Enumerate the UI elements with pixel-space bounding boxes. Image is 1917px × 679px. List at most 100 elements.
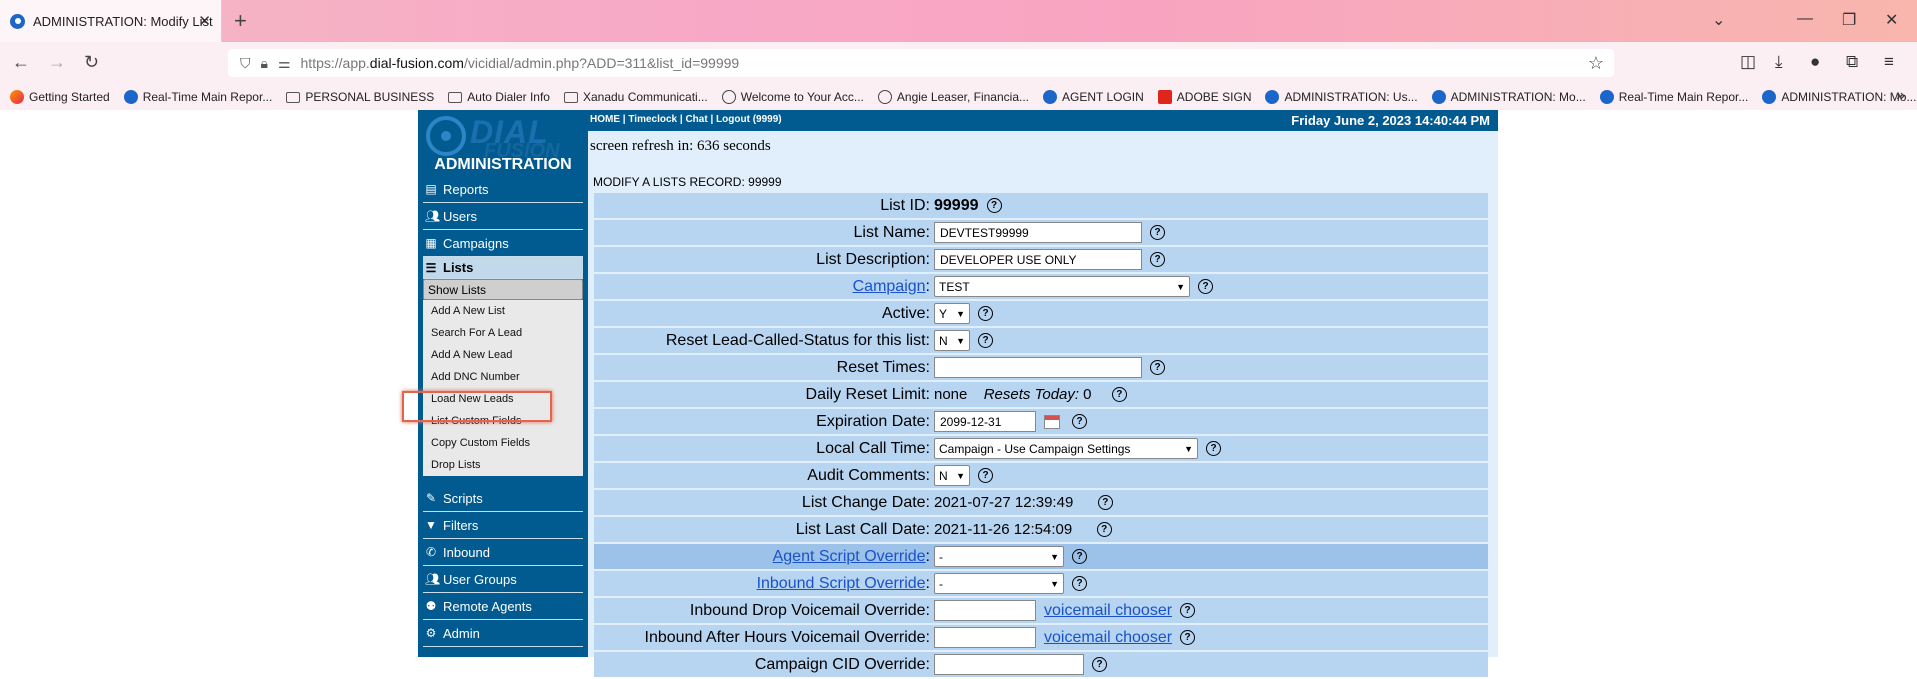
bookmark-item[interactable]: ADMINISTRATION: Mo... [1762, 90, 1916, 104]
help-icon[interactable]: ? [1150, 360, 1165, 375]
globe-icon [721, 90, 736, 104]
help-icon[interactable]: ? [978, 333, 993, 348]
sidebar-item-lists[interactable]: ☰ Lists [423, 257, 583, 279]
sidebar-item-scripts[interactable]: ✎ Scripts [423, 485, 583, 512]
lists-submenu-copy-custom-fields[interactable]: Copy Custom Fields [423, 432, 583, 454]
close-tab-icon[interactable]: ✕ [198, 12, 211, 30]
lists-submenu-add-dnc-number[interactable]: Add DNC Number [423, 366, 583, 388]
bookmark-item[interactable]: Real-Time Main Repor... [1599, 90, 1748, 104]
lists-submenu-show-lists[interactable]: Show Lists [423, 279, 583, 300]
bookmark-item[interactable]: Auto Dialer Info [448, 90, 550, 104]
help-icon[interactable]: ? [1111, 387, 1127, 402]
address-bar[interactable]: ⛉ 🔒︎ ⚌ https://app.dial-fusion.com/vicid… [228, 49, 1614, 77]
voicemail-chooser-link[interactable]: voicemail chooser [1044, 629, 1172, 647]
campaign-cid-override-input[interactable] [934, 654, 1084, 675]
help-icon[interactable]: ? [986, 198, 1002, 213]
downloads-icon[interactable]: ⤓ [1775, 52, 1783, 72]
active-tab[interactable]: ADMINISTRATION: Modify List ✕ [0, 0, 222, 42]
lists-submenu-search-for-a-lead[interactable]: Search For A Lead [423, 322, 583, 344]
help-icon[interactable]: ? [978, 468, 993, 483]
help-icon[interactable]: ? [1072, 549, 1087, 564]
campaign-select[interactable]: TEST ▼ [934, 276, 1190, 297]
bookmark-item[interactable]: Real-Time Main Repor... [123, 90, 272, 104]
calendar-icon[interactable] [1044, 414, 1060, 429]
inbound-script-override-select[interactable]: - ▼ [934, 573, 1064, 594]
bookmark-item[interactable]: ADOBE SIGN [1157, 90, 1251, 104]
inbound-after-hours-voicemail-input[interactable] [934, 627, 1036, 648]
expiration-date-input[interactable] [934, 411, 1036, 432]
help-icon[interactable]: ? [1206, 441, 1221, 456]
restore-icon[interactable]: ❐ [1842, 10, 1856, 30]
bookmark-star-icon[interactable]: ☆ [1588, 53, 1604, 74]
audit-comments-select[interactable]: N ▼ [934, 465, 970, 486]
lists-submenu-drop-lists[interactable]: Drop Lists [423, 454, 583, 476]
sidebar-item-remote-agents[interactable]: ⚉ Remote Agents [423, 593, 583, 620]
sidebar-item-reports[interactable]: ▤ Reports [423, 176, 583, 203]
help-icon[interactable]: ? [1092, 657, 1107, 672]
extensions-icon[interactable]: ⧉ [1846, 52, 1858, 72]
logout-link[interactable]: Logout (9999) [716, 114, 782, 125]
campaign-link[interactable]: Campaign [853, 278, 926, 295]
chat-link[interactable]: Chat [685, 114, 707, 125]
bookmark-item[interactable]: Welcome to Your Acc... [721, 90, 864, 104]
sidebar-item-campaigns[interactable]: ▦ Campaigns [423, 230, 583, 257]
active-select[interactable]: Y ▼ [934, 303, 970, 324]
lists-submenu-load-new-leads[interactable]: Load New Leads [423, 388, 583, 410]
lock-icon[interactable]: 🔒︎ [261, 55, 268, 72]
list-id-value: 99999 [934, 196, 979, 214]
lists-submenu-add-a-new-lead[interactable]: Add A New Lead [423, 344, 583, 366]
bookmark-item[interactable]: Xanadu Communicati... [563, 90, 708, 104]
help-icon[interactable]: ? [1150, 252, 1165, 267]
lists-submenu-list-custom-fields[interactable]: List Custom Fields [423, 410, 583, 432]
sidebar-item-user-groups[interactable]: 👥︎ User Groups [423, 566, 583, 593]
help-icon[interactable]: ? [1096, 522, 1112, 537]
agent-script-override-select[interactable]: - ▼ [934, 546, 1064, 567]
help-icon[interactable]: ? [1097, 495, 1113, 510]
permissions-icon[interactable]: ⚌ [278, 55, 291, 72]
bookmark-item[interactable]: Getting Started [10, 90, 110, 104]
list-name-input[interactable] [934, 222, 1142, 243]
home-link[interactable]: HOME [590, 114, 620, 125]
inbound-drop-voicemail-input[interactable] [934, 600, 1036, 621]
reload-icon[interactable]: ↻ [84, 52, 99, 73]
dot-icon [1431, 90, 1446, 104]
shield-icon[interactable]: ⛉ [240, 55, 251, 72]
sidebar-item-admin[interactable]: ⚙ Admin [423, 620, 583, 647]
list-description-input[interactable] [934, 249, 1142, 270]
more-bookmarks-icon[interactable]: » [1896, 87, 1905, 105]
reset-status-select[interactable]: N ▼ [934, 330, 970, 351]
help-icon[interactable]: ? [1198, 279, 1213, 294]
sidebar-item-inbound[interactable]: ✆ Inbound [423, 539, 583, 566]
navigation-bar: ← → ↻ ⛉ 🔒︎ ⚌ https://app.dial-fusion.com… [0, 42, 1917, 84]
minimize-icon[interactable]: — [1797, 10, 1813, 28]
forward-icon[interactable]: → [48, 52, 66, 73]
bookmark-item[interactable]: ADMINISTRATION: Us... [1265, 90, 1418, 104]
help-icon[interactable]: ? [1072, 414, 1087, 429]
help-icon[interactable]: ? [1180, 630, 1196, 645]
window-close-icon[interactable]: ✕ [1885, 10, 1898, 30]
bookmark-item[interactable]: ADMINISTRATION: Mo... [1431, 90, 1586, 104]
lists-submenu-add-a-new-list[interactable]: Add A New List [423, 300, 583, 322]
bookmark-item[interactable]: PERSONAL BUSINESS [286, 90, 434, 104]
local-call-time-select[interactable]: Campaign - Use Campaign Settings ▼ [934, 438, 1198, 459]
account-icon[interactable]: ● [1810, 52, 1820, 72]
url-text[interactable]: https://app.dial-fusion.com/vicidial/adm… [301, 55, 740, 71]
help-icon[interactable]: ? [978, 306, 993, 321]
bookmark-item[interactable]: Angie Leaser, Financia... [877, 90, 1029, 104]
menu-icon[interactable]: ≡ [1884, 52, 1894, 72]
help-icon[interactable]: ? [1180, 603, 1196, 618]
sidebar-item-filters[interactable]: ▼ Filters [423, 512, 583, 539]
pocket-icon[interactable]: ◫ [1740, 52, 1756, 72]
voicemail-chooser-link[interactable]: voicemail chooser [1044, 602, 1172, 620]
bookmark-item[interactable]: AGENT LOGIN [1043, 90, 1144, 104]
timeclock-link[interactable]: Timeclock [628, 114, 677, 125]
reset-times-input[interactable] [934, 357, 1142, 378]
back-icon[interactable]: ← [12, 52, 30, 73]
new-tab-icon[interactable]: + [234, 8, 247, 34]
help-icon[interactable]: ? [1072, 576, 1087, 591]
agent-script-override-link[interactable]: Agent Script Override [773, 548, 926, 565]
help-icon[interactable]: ? [1150, 225, 1165, 240]
inbound-script-override-link[interactable]: Inbound Script Override [757, 575, 926, 592]
tab-list-chevron-icon[interactable]: ⌄ [1712, 10, 1725, 30]
sidebar-item-users[interactable]: 👥︎ Users [423, 203, 583, 230]
